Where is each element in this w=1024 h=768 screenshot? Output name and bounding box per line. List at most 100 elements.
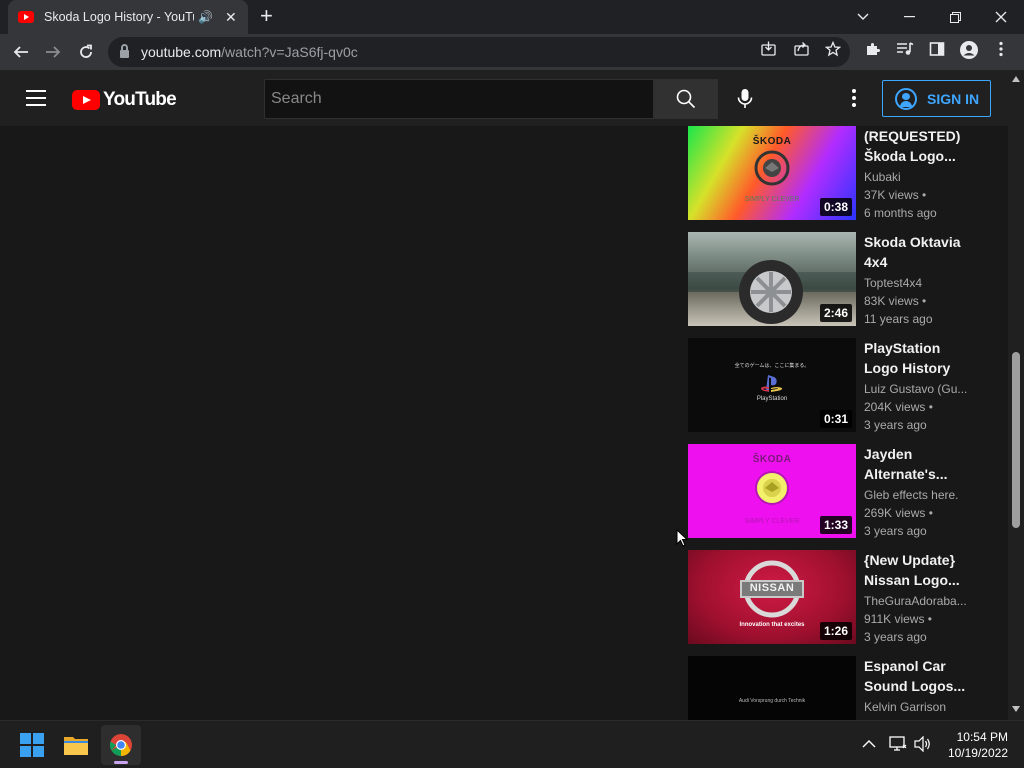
youtube-wordmark: YouTube (103, 89, 177, 110)
clock-date: 10/19/2022 (947, 746, 1008, 760)
settings-more-icon[interactable] (842, 86, 866, 110)
chrome-taskbar-button[interactable] (101, 725, 141, 765)
recommended-video[interactable]: ŠKODA SIMPLY CLEVER 1:33 Jayden Alternat… (688, 444, 988, 538)
search-input[interactable] (271, 90, 653, 108)
channel-name[interactable]: Toptest4x4 (864, 276, 968, 290)
chrome-menu-icon[interactable] (990, 41, 1012, 62)
upload-age: 11 years ago (864, 312, 933, 326)
sign-in-button[interactable]: SIGN IN (882, 80, 991, 117)
channel-name[interactable]: Luiz Gustavo (Gu... (864, 382, 968, 396)
restore-icon (949, 11, 961, 23)
arrow-right-icon (46, 46, 61, 58)
sign-in-label: SIGN IN (927, 90, 980, 107)
video-thumbnail[interactable]: 全てのゲームは、ここに集まる。 PlayStation 0:31 (688, 338, 856, 432)
account-circle-icon (895, 87, 917, 110)
search-field-container (264, 79, 654, 119)
video-title[interactable]: {New Update} Nissan Logo... (864, 550, 974, 590)
upload-age: 3 years ago (864, 630, 927, 644)
chevron-down-icon (857, 13, 869, 20)
windows-logo-icon (20, 733, 44, 757)
search-button[interactable] (654, 79, 718, 119)
view-count: 269K views • (864, 506, 933, 520)
show-hidden-icons-chevron-icon[interactable] (862, 736, 876, 752)
upload-age: 3 years ago (864, 524, 927, 538)
volume-icon[interactable] (914, 735, 932, 755)
upload-age: 6 months ago (864, 206, 937, 220)
share-icon[interactable] (791, 41, 811, 60)
extensions-puzzle-icon[interactable] (862, 41, 884, 62)
minimize-icon (903, 16, 915, 18)
duration-badge: 1:33 (819, 516, 852, 534)
lock-icon[interactable] (120, 44, 129, 58)
recommended-video[interactable]: NISSAN Innovation that excites 1:26 {New… (688, 550, 988, 644)
channel-name[interactable]: Kelvin Garrison (864, 700, 968, 714)
video-title[interactable]: (REQUESTED) Škoda Logo... (864, 126, 974, 166)
video-thumbnail[interactable]: 2:46 (688, 232, 856, 326)
channel-name[interactable]: TheGuraAdoraba... (864, 594, 968, 608)
channel-name[interactable]: Gleb effects here. (864, 488, 968, 502)
close-window-button[interactable] (978, 0, 1024, 34)
url-path: /watch?v=JaS6fj-qv0c (221, 44, 358, 60)
youtube-logo[interactable]: YouTube (72, 89, 177, 111)
guide-menu-icon[interactable] (26, 90, 46, 106)
car-wheel-icon (739, 260, 803, 324)
file-explorer-button[interactable] (56, 725, 96, 765)
view-count: 911K views • (864, 612, 933, 626)
video-title[interactable]: PlayStation Logo History (864, 338, 974, 378)
playstation-logo-icon (761, 375, 783, 392)
recommended-video[interactable]: Audi Vorsprung durch Technik Espanol Car… (688, 656, 988, 720)
start-button[interactable] (12, 725, 52, 765)
minimize-button[interactable] (886, 0, 932, 34)
chrome-logo-icon (109, 734, 132, 756)
thumbnail-tagline: 全てのゲームは、ここに集まる。 (734, 363, 810, 369)
duration-badge: 0:31 (819, 410, 852, 428)
thumbnail-brand-text: PlayStation (756, 396, 788, 402)
close-icon (995, 11, 1007, 23)
side-panel-icon[interactable] (926, 41, 948, 62)
restore-button[interactable] (932, 0, 978, 34)
video-thumbnail[interactable]: NISSAN Innovation that excites 1:26 (688, 550, 856, 644)
address-bar[interactable]: youtube.com/watch?v=JaS6fj-qv0c (108, 37, 850, 67)
voice-search-button[interactable] (728, 83, 762, 115)
bookmark-star-icon[interactable] (823, 40, 843, 61)
back-button[interactable] (10, 41, 32, 63)
scrollbar-thumb[interactable] (1012, 352, 1020, 528)
duration-badge: 2:46 (819, 304, 852, 322)
recommended-video[interactable]: ŠKODA SIMPLY CLEVER 0:38 (REQUESTED) Ško… (688, 126, 988, 220)
thumbnail-brand-text: ŠKODA (752, 136, 792, 147)
channel-name[interactable]: Kubaki (864, 170, 968, 184)
thumbnail-slogan: Audi Vorsprung durch Technik (738, 698, 806, 704)
recommended-video[interactable]: 2:46 Skoda Oktavia 4x4 Toptest4x4 83K vi… (688, 232, 988, 326)
new-tab-button[interactable]: + (260, 4, 273, 28)
upload-age: 3 years ago (864, 418, 927, 432)
video-title[interactable]: Skoda Oktavia 4x4 (864, 232, 974, 272)
scroll-down-arrow-icon[interactable] (1012, 706, 1020, 712)
browser-tab-active[interactable]: Skoda Logo History - YouTube 🔊 ✕ (8, 0, 248, 34)
view-count: 37K views • (864, 188, 927, 202)
speaker-icon[interactable]: 🔊 (198, 10, 213, 24)
scroll-up-arrow-icon[interactable] (1012, 76, 1020, 82)
install-app-icon[interactable] (758, 41, 778, 60)
duration-badge: 1:26 (819, 622, 852, 640)
profile-avatar[interactable] (958, 41, 980, 64)
duration-badge: 0:38 (819, 198, 852, 216)
video-thumbnail[interactable]: ŠKODA SIMPLY CLEVER 0:38 (688, 126, 856, 220)
tab-close-icon[interactable]: ✕ (225, 9, 237, 26)
system-clock[interactable]: 10:54 PM 10/19/2022 (944, 729, 1008, 761)
reload-icon (80, 44, 92, 58)
video-title[interactable]: Jayden Alternate's... (864, 444, 974, 484)
network-icon[interactable] (889, 736, 907, 755)
media-controls-icon[interactable] (894, 41, 916, 62)
forward-button[interactable] (42, 41, 64, 63)
clock-time: 10:54 PM (956, 730, 1008, 744)
recommended-video[interactable]: 全てのゲームは、ここに集まる。 PlayStation 0:31 PlaySta… (688, 338, 988, 432)
thumbnail-brand-text: NISSAN (749, 582, 795, 594)
page-scrollbar[interactable] (1008, 70, 1024, 720)
reload-button[interactable] (75, 41, 97, 63)
running-indicator (114, 761, 128, 764)
video-title[interactable]: Espanol Car Sound Logos... (864, 656, 974, 696)
video-thumbnail[interactable]: Audi Vorsprung durch Technik (688, 656, 856, 720)
video-thumbnail[interactable]: ŠKODA SIMPLY CLEVER 1:33 (688, 444, 856, 538)
tab-search-button[interactable] (840, 0, 886, 34)
youtube-play-icon (72, 90, 100, 110)
